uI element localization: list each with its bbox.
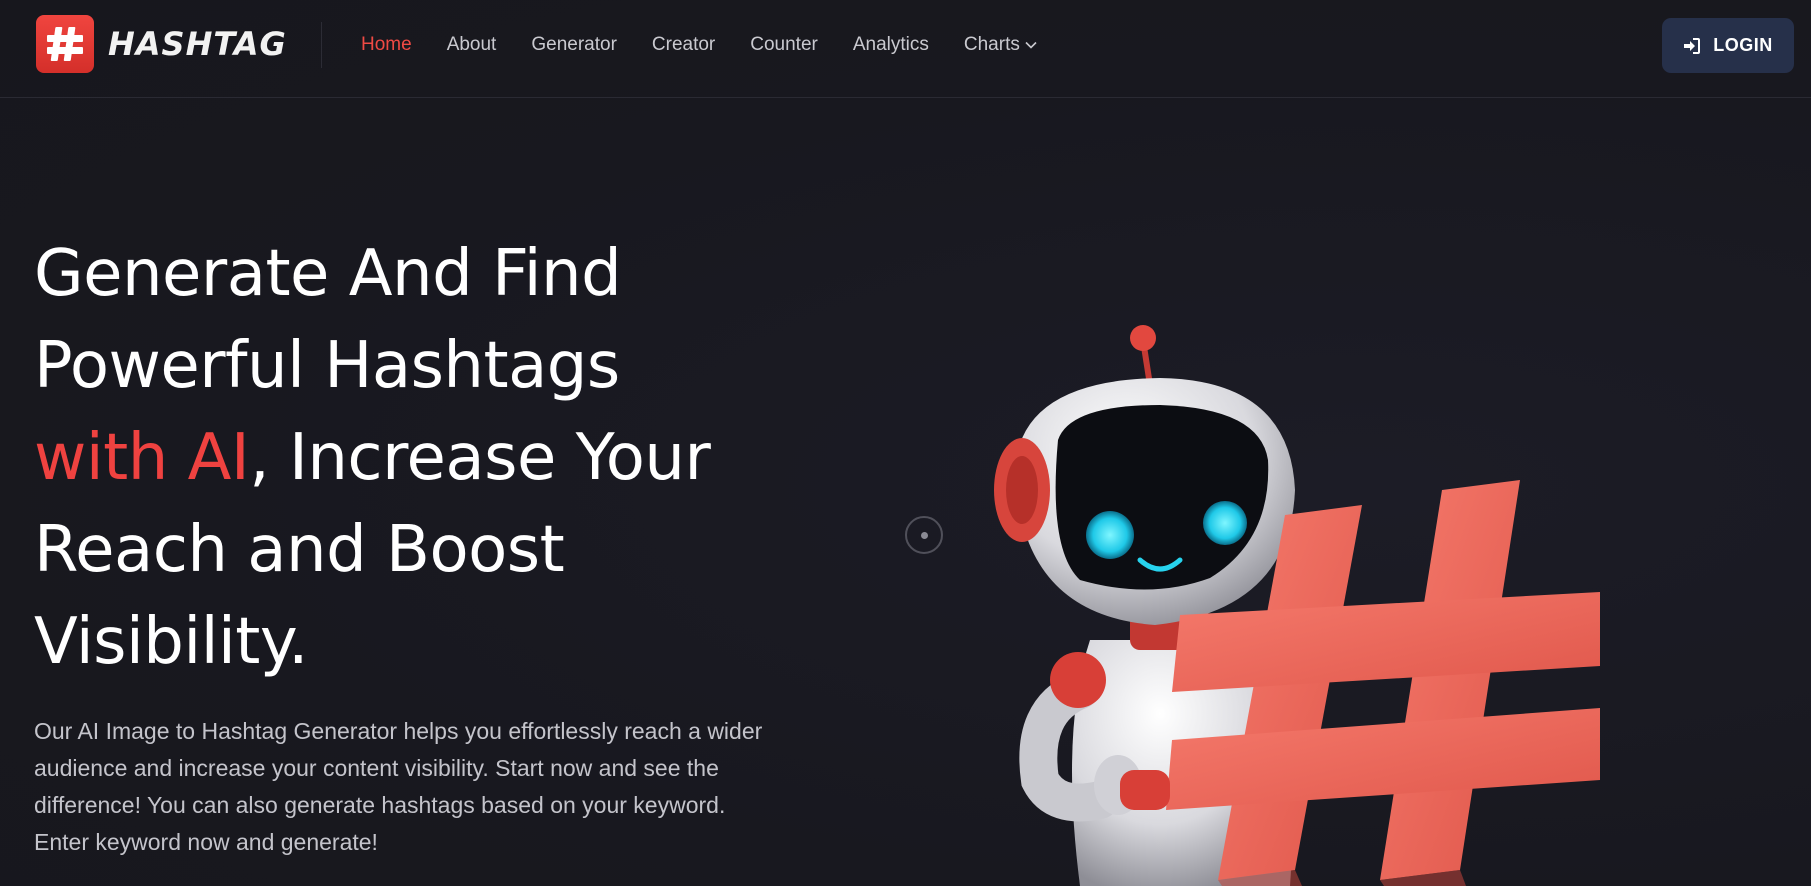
login-button[interactable]: LOGIN <box>1662 18 1794 73</box>
hero-description: Our AI Image to Hashtag Generator helps … <box>34 718 763 855</box>
hero-title: Generate And Find Powerful Hashtags with… <box>34 228 814 688</box>
brand-logo[interactable]: HASHTAG <box>36 15 287 73</box>
page: HASHTAG Home About Generator Creator Cou… <box>0 0 1811 886</box>
hero-title-line4: Reach and Boost <box>34 513 565 587</box>
nav-about[interactable]: About <box>447 34 497 56</box>
sign-in-icon <box>1684 37 1701 54</box>
top-navbar: HASHTAG Home About Generator Creator Cou… <box>0 0 1811 98</box>
hero-title-accent: with AI <box>34 421 250 495</box>
hero-title-line1: Generate And Find <box>34 237 622 311</box>
nav-generator[interactable]: Generator <box>531 34 617 56</box>
robot-hashtag-illustration <box>994 325 1600 886</box>
nav-charts-dropdown[interactable]: Charts <box>964 34 1037 56</box>
decorative-dot <box>905 516 943 554</box>
brand-name: HASHTAG <box>108 25 287 63</box>
nav-home[interactable]: Home <box>361 34 412 56</box>
nav-divider <box>321 22 322 68</box>
nav-charts-label: Charts <box>963 34 1020 55</box>
hero-title-line3: , Increase Your <box>249 421 711 495</box>
hero-title-line5: Visibility. <box>34 605 308 679</box>
chevron-down-icon <box>1025 41 1037 49</box>
nav-creator[interactable]: Creator <box>652 34 715 56</box>
nav-analytics[interactable]: Analytics <box>853 34 929 56</box>
login-label: LOGIN <box>1713 35 1773 55</box>
nav-counter[interactable]: Counter <box>750 34 818 56</box>
main-nav: Home About Generator Creator Counter Ana… <box>361 0 1072 90</box>
hashtag-icon <box>36 15 94 73</box>
hero-title-line2: Powerful Hashtags <box>34 329 620 403</box>
